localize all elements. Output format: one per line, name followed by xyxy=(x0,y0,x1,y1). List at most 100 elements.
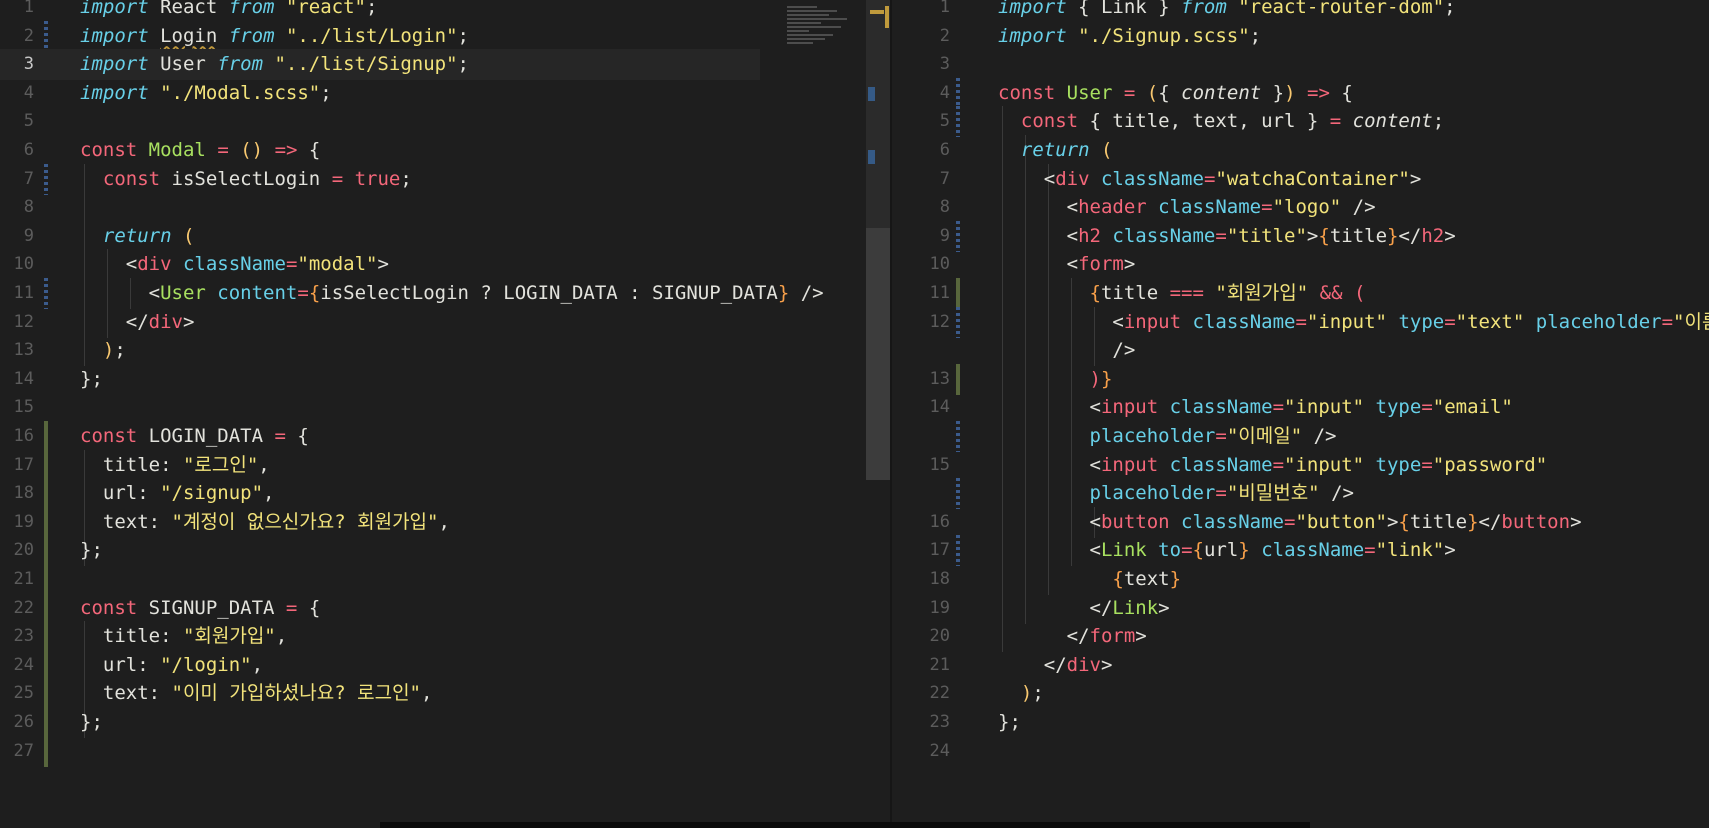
git-added-marker[interactable] xyxy=(44,735,48,767)
code-line[interactable]: 23 title: "회원가입", xyxy=(0,621,890,653)
code-text[interactable]: }; xyxy=(80,535,103,566)
code-text[interactable]: import React from "react"; xyxy=(80,0,377,23)
code-line[interactable]: 13 )} xyxy=(892,363,1709,395)
git-added-marker[interactable] xyxy=(956,278,960,309)
code-line[interactable]: 19 text: "계정이 없으신가요? 회원가입", xyxy=(0,506,890,538)
code-line[interactable]: 10 <div className="modal"> xyxy=(0,249,890,281)
git-modified-marker[interactable] xyxy=(956,77,960,109)
code-text[interactable]: <button className="button">{title}</butt… xyxy=(998,507,1582,538)
code-line[interactable]: 12 </div> xyxy=(0,306,890,338)
code-text[interactable]: <input className="input" type="email" xyxy=(998,392,1513,423)
code-text[interactable]: import Login from "../list/Login"; xyxy=(80,21,469,52)
git-added-marker[interactable] xyxy=(44,649,48,681)
git-added-marker[interactable] xyxy=(44,564,48,595)
code-line[interactable]: placeholder="이메일" /> xyxy=(892,421,1709,452)
code-text[interactable]: ); xyxy=(998,678,1044,709)
code-text[interactable]: const SIGNUP_DATA = { xyxy=(80,593,320,624)
code-line[interactable]: 12 <input className="input" type="text" … xyxy=(892,306,1709,338)
code-line[interactable]: 27 xyxy=(0,735,890,767)
code-text[interactable]: url: "/signup", xyxy=(80,478,275,509)
code-line[interactable]: 13 ); xyxy=(0,335,890,367)
git-modified-marker[interactable] xyxy=(956,220,960,252)
code-text[interactable]: <input className="input" type="password" xyxy=(998,450,1548,481)
code-line[interactable]: 26}; xyxy=(0,707,890,738)
code-text[interactable]: <input className="input" type="text" pla… xyxy=(998,307,1709,338)
git-added-marker[interactable] xyxy=(956,363,960,395)
code-line[interactable]: 20 </form> xyxy=(892,621,1709,653)
code-line[interactable]: /> xyxy=(892,335,1709,367)
git-added-marker[interactable] xyxy=(44,506,48,538)
code-text[interactable]: <User content={isSelectLogin ? LOGIN_DAT… xyxy=(80,278,824,309)
code-line[interactable]: 24 url: "/login", xyxy=(0,649,890,681)
code-text[interactable]: import "./Modal.scss"; xyxy=(80,78,332,109)
code-text[interactable]: return ( xyxy=(998,135,1113,166)
code-text[interactable]: title: "회원가입", xyxy=(80,621,287,652)
code-text[interactable]: import "./Signup.scss"; xyxy=(998,21,1261,52)
code-text[interactable]: <div className="modal"> xyxy=(80,249,389,280)
code-line[interactable]: 7 const isSelectLogin = true; xyxy=(0,163,890,195)
code-text[interactable]: url: "/login", xyxy=(80,650,263,681)
left-editor-pane[interactable]: 1 import React from "react"; 2 import Login… xyxy=(0,0,890,828)
code-line[interactable]: 4 import "./Modal.scss"; xyxy=(0,78,890,109)
code-text[interactable]: import { Link } from "react-router-dom"; xyxy=(998,0,1456,23)
code-text[interactable]: {title === "회원가입" && ( xyxy=(998,278,1366,309)
code-line[interactable]: 23}; xyxy=(892,707,1709,738)
code-text[interactable]: }; xyxy=(80,364,103,395)
code-text[interactable]: </form> xyxy=(998,621,1147,652)
code-line[interactable]: 6 const Modal = () => { xyxy=(0,135,890,166)
code-line[interactable]: 11 {title === "회원가입" && ( xyxy=(892,278,1709,309)
code-line[interactable]: 7 <div className="watchaContainer"> xyxy=(892,163,1709,195)
code-line[interactable]: 11 <User content={isSelectLogin ? LOGIN_… xyxy=(0,278,890,309)
code-line[interactable]: 5 const { title, text, url } = content; xyxy=(892,106,1709,138)
code-line[interactable]: 15 xyxy=(0,392,890,423)
git-modified-marker[interactable] xyxy=(44,163,48,195)
code-text[interactable]: )} xyxy=(998,364,1113,395)
code-line[interactable]: 14}; xyxy=(0,364,890,395)
code-line[interactable]: 6 return ( xyxy=(892,135,1709,166)
code-line[interactable]: 9 <h2 className="title">{title}</h2> xyxy=(892,220,1709,252)
code-text[interactable]: }; xyxy=(998,707,1021,738)
code-line[interactable]: 16 const LOGIN_DATA = { xyxy=(0,421,890,452)
code-line[interactable]: 5 xyxy=(0,106,890,137)
code-line[interactable]: 25 text: "이미 가입하셨나요? 로그인", xyxy=(0,678,890,710)
git-modified-marker[interactable] xyxy=(956,535,960,567)
code-line[interactable]: 21 xyxy=(0,564,890,595)
git-modified-marker[interactable] xyxy=(956,306,960,338)
code-text[interactable]: <header className="logo" /> xyxy=(998,192,1376,223)
code-line[interactable]: 21 </div> xyxy=(892,650,1709,681)
code-line[interactable]: 18 {text} xyxy=(892,564,1709,595)
code-line[interactable]: 3 xyxy=(892,49,1709,80)
code-text[interactable]: <Link to={url} className="link"> xyxy=(998,535,1456,566)
code-line[interactable]: 15 <input className="input" type="passwo… xyxy=(892,449,1709,481)
code-text[interactable]: const LOGIN_DATA = { xyxy=(80,421,309,452)
code-line[interactable]: 3 import User from "../list/Signup"; xyxy=(0,49,760,81)
code-text[interactable]: const isSelectLogin = true; xyxy=(80,164,412,195)
git-added-marker[interactable] xyxy=(44,421,48,452)
git-modified-marker[interactable] xyxy=(44,278,48,309)
code-line[interactable]: 14 <input className="input" type="email" xyxy=(892,392,1709,424)
code-text[interactable]: const User = ({ content }) => { xyxy=(998,78,1353,109)
code-line[interactable]: 20}; xyxy=(0,535,890,567)
code-line[interactable]: placeholder="비밀번호" /> xyxy=(892,478,1709,510)
code-text[interactable]: placeholder="비밀번호" /> xyxy=(998,478,1354,509)
git-added-marker[interactable] xyxy=(44,449,48,481)
git-added-marker[interactable] xyxy=(44,592,48,624)
code-text[interactable]: <h2 className="title">{title}</h2> xyxy=(998,221,1456,252)
code-text[interactable]: </div> xyxy=(80,307,195,338)
code-text[interactable]: text: "계정이 없으신가요? 회원가입", xyxy=(80,507,450,538)
code-line[interactable]: 10 <form> xyxy=(892,249,1709,281)
code-line[interactable]: 16 <button className="button">{title}</b… xyxy=(892,506,1709,538)
git-added-marker[interactable] xyxy=(44,678,48,710)
code-line[interactable]: 17 <Link to={url} className="link"> xyxy=(892,535,1709,567)
code-line[interactable]: 24 xyxy=(892,736,1709,767)
code-text[interactable]: placeholder="이메일" /> xyxy=(998,421,1337,452)
code-text[interactable]: title: "로그인", xyxy=(80,450,270,481)
code-text[interactable]: </div> xyxy=(998,650,1113,681)
git-modified-marker[interactable] xyxy=(956,421,960,452)
horizontal-scrollbar[interactable] xyxy=(380,822,1310,828)
git-added-marker[interactable] xyxy=(44,707,48,738)
code-text[interactable]: const Modal = () => { xyxy=(80,135,320,166)
git-added-marker[interactable] xyxy=(44,478,48,510)
code-line[interactable]: 22 ); xyxy=(892,678,1709,709)
git-added-marker[interactable] xyxy=(44,621,48,653)
